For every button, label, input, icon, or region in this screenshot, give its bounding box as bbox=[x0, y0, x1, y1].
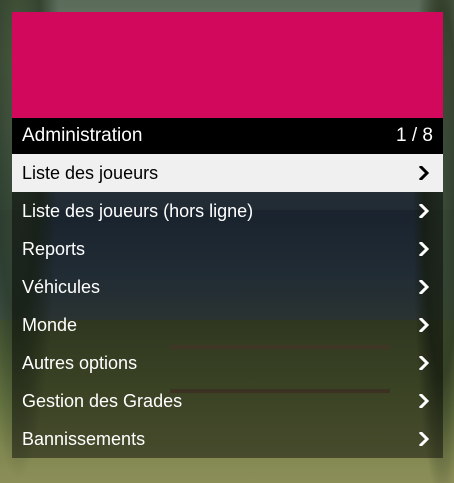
menu-item-label: Liste des joueurs (hors ligne) bbox=[22, 200, 254, 221]
admin-menu: Administration 1 / 8 Liste des joueurs L… bbox=[12, 12, 443, 458]
menu-item-label: Reports bbox=[22, 238, 86, 259]
menu-title: Administration bbox=[22, 125, 143, 146]
menu-items: Liste des joueurs Liste des joueurs (hor… bbox=[12, 154, 443, 458]
menu-item-autres-options[interactable]: Autres options bbox=[12, 344, 443, 382]
menu-subtitle-bar: Administration 1 / 8 bbox=[12, 118, 443, 154]
menu-item-liste-des-joueurs[interactable]: Liste des joueurs bbox=[12, 154, 443, 192]
menu-item-label: Autres options bbox=[22, 352, 138, 373]
menu-item-label: Liste des joueurs bbox=[22, 162, 159, 183]
chevron-right-icon bbox=[415, 240, 433, 258]
chevron-right-icon bbox=[415, 354, 433, 372]
menu-item-label: Gestion des Grades bbox=[22, 390, 183, 411]
menu-item-bannissements[interactable]: Bannissements bbox=[12, 420, 443, 458]
menu-item-reports[interactable]: Reports bbox=[12, 230, 443, 268]
menu-item-vehicules[interactable]: Véhicules bbox=[12, 268, 443, 306]
menu-item-label: Bannissements bbox=[22, 428, 146, 449]
menu-item-monde[interactable]: Monde bbox=[12, 306, 443, 344]
chevron-right-icon bbox=[415, 164, 433, 182]
chevron-right-icon bbox=[415, 278, 433, 296]
chevron-right-icon bbox=[415, 202, 433, 220]
menu-counter: 1 / 8 bbox=[396, 125, 433, 146]
chevron-right-icon bbox=[415, 392, 433, 410]
menu-item-label: Monde bbox=[22, 314, 78, 335]
chevron-right-icon bbox=[415, 316, 433, 334]
chevron-right-icon bbox=[415, 430, 433, 448]
menu-item-gestion-des-grades[interactable]: Gestion des Grades bbox=[12, 382, 443, 420]
game-scene: Administration 1 / 8 Liste des joueurs L… bbox=[0, 0, 454, 483]
menu-item-label: Véhicules bbox=[22, 276, 101, 297]
menu-banner bbox=[12, 12, 443, 118]
menu-item-liste-des-joueurs-hors-ligne[interactable]: Liste des joueurs (hors ligne) bbox=[12, 192, 443, 230]
